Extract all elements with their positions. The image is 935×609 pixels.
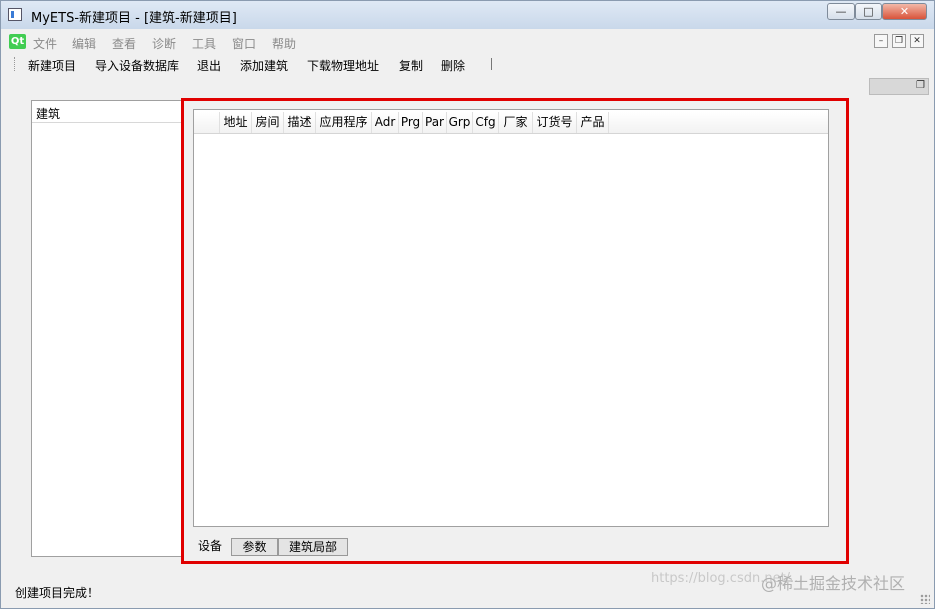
new-project-button[interactable]: 新建项目 xyxy=(28,57,76,74)
delete-button[interactable]: 删除 xyxy=(441,57,465,74)
add-building-button[interactable]: 添加建筑 xyxy=(240,57,288,74)
column-header-blank[interactable] xyxy=(194,112,220,133)
close-button[interactable]: ✕ xyxy=(882,3,927,20)
watermark-brand: @稀土掘金技术社区 xyxy=(761,574,906,593)
column-header-order-number[interactable]: 订货号 xyxy=(533,112,577,133)
building-tree-header-label: 建筑 xyxy=(36,107,61,121)
title-bar[interactable]: MyETS-新建项目 - [建筑-新建项目] — □ ✕ xyxy=(1,1,934,29)
menu-tools[interactable]: 工具 xyxy=(192,35,216,52)
mdi-close-button[interactable]: ✕ xyxy=(910,34,924,48)
column-header-cfg[interactable]: Cfg xyxy=(473,112,499,133)
device-table-header: 地址 房间 描述 应用程序 Adr Prg Par Grp Cfg 厂家 订货号… xyxy=(194,112,828,134)
toolbar-grip-handle[interactable] xyxy=(14,57,17,71)
column-header-grp[interactable]: Grp xyxy=(447,112,473,133)
toolbar: 新建项目 导入设备数据库 退出 添加建筑 下载物理地址 复制 删除 xyxy=(5,53,929,75)
column-header-product[interactable]: 产品 xyxy=(577,112,609,133)
window-title: MyETS-新建项目 - [建筑-新建项目] xyxy=(31,11,237,26)
column-header-address[interactable]: 地址 xyxy=(220,112,252,133)
device-table[interactable]: 地址 房间 描述 应用程序 Adr Prg Par Grp Cfg 厂家 订货号… xyxy=(193,109,829,527)
column-header-prg[interactable]: Prg xyxy=(399,112,423,133)
menu-diagnose[interactable]: 诊断 xyxy=(152,35,176,52)
menu-window[interactable]: 窗口 xyxy=(232,35,256,52)
column-header-par[interactable]: Par xyxy=(423,112,447,133)
menu-view[interactable]: 查看 xyxy=(112,35,136,52)
tab-devices[interactable]: 设备 xyxy=(190,538,230,556)
building-tree-header[interactable]: 建筑 xyxy=(32,101,181,123)
maximize-button[interactable]: □ xyxy=(855,3,882,20)
main-window: MyETS-新建项目 - [建筑-新建项目] — □ ✕ Qt 文件 编辑 查看… xyxy=(0,0,935,609)
menu-edit[interactable]: 编辑 xyxy=(72,35,96,52)
minimize-button[interactable]: — xyxy=(827,3,855,20)
dock-title-bar[interactable]: ❐ xyxy=(869,78,929,95)
column-header-room[interactable]: 房间 xyxy=(252,112,284,133)
building-tree-panel[interactable]: 建筑 xyxy=(31,100,182,557)
download-physical-address-button[interactable]: 下载物理地址 xyxy=(307,57,379,74)
resize-grip-handle[interactable] xyxy=(920,594,930,604)
mdi-restore-button[interactable]: ❐ xyxy=(892,34,906,48)
exit-button[interactable]: 退出 xyxy=(197,57,221,74)
menu-file[interactable]: 文件 xyxy=(33,35,57,52)
column-header-application[interactable]: 应用程序 xyxy=(316,112,372,133)
status-text: 创建项目完成！ xyxy=(15,586,100,600)
column-header-manufacturer[interactable]: 厂家 xyxy=(499,112,533,133)
app-icon xyxy=(8,8,22,21)
import-device-database-button[interactable]: 导入设备数据库 xyxy=(95,57,179,74)
tab-building-parts[interactable]: 建筑局部 xyxy=(278,538,348,556)
column-header-adr[interactable]: Adr xyxy=(372,112,399,133)
qt-logo: Qt xyxy=(9,34,26,49)
copy-button[interactable]: 复制 xyxy=(399,57,423,74)
tab-parameters[interactable]: 参数 xyxy=(231,538,278,556)
toolbar-separator xyxy=(491,58,492,70)
float-dock-icon[interactable]: ❐ xyxy=(916,80,925,91)
menu-bar: Qt 文件 编辑 查看 诊断 工具 窗口 帮助 xyxy=(5,32,927,52)
column-header-description[interactable]: 描述 xyxy=(284,112,316,133)
menu-help[interactable]: 帮助 xyxy=(272,35,296,52)
mdi-minimize-button[interactable]: – xyxy=(874,34,888,48)
